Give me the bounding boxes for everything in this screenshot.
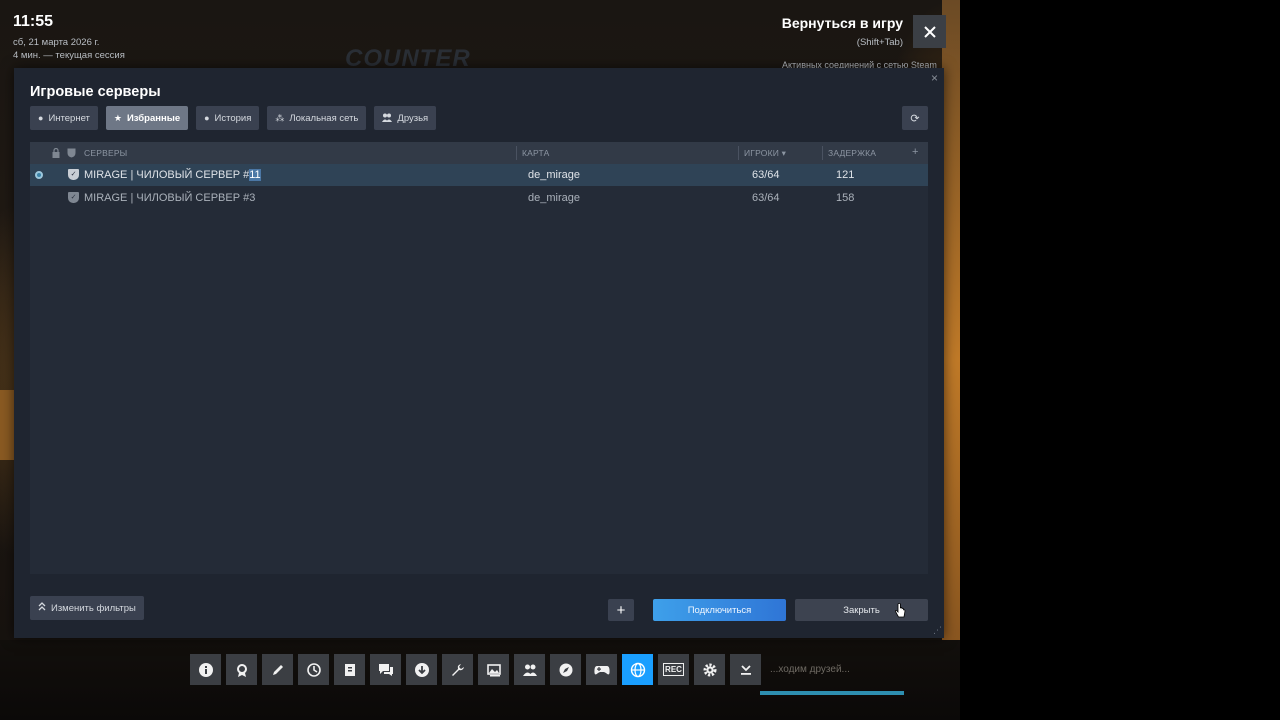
friends-button[interactable] bbox=[514, 654, 545, 685]
server-list-header: СЕРВЕРЫ КАРТА ИГРОКИ ▾ ЗАДЕРЖКА + bbox=[30, 142, 928, 164]
screenshots-button[interactable] bbox=[478, 654, 509, 685]
friends-icon bbox=[382, 113, 393, 124]
chat-icon bbox=[378, 663, 393, 676]
clock-icon: ● bbox=[204, 113, 210, 123]
globe-icon: ● bbox=[38, 113, 44, 123]
minimize-button[interactable] bbox=[730, 654, 761, 685]
add-server-button[interactable]: + bbox=[608, 599, 634, 621]
column-servers[interactable]: СЕРВЕРЫ bbox=[84, 148, 127, 158]
tab-favorites[interactable]: ★ Избранные bbox=[105, 106, 189, 130]
guides-button[interactable] bbox=[334, 654, 365, 685]
server-name: MIRAGE | ЧИЛОВЫЙ СЕРВЕР #11 bbox=[84, 169, 261, 181]
mouse-cursor-icon bbox=[894, 603, 906, 618]
tab-internet[interactable]: ● Интернет bbox=[30, 106, 98, 130]
globe-icon bbox=[630, 662, 645, 677]
info-button[interactable] bbox=[190, 654, 221, 685]
star-icon: ★ bbox=[113, 112, 122, 123]
overlay-clock: 11:55 bbox=[13, 13, 54, 30]
server-players: 63/64 bbox=[752, 192, 780, 204]
chevron-up-icon bbox=[38, 602, 46, 614]
server-map: de_mirage bbox=[528, 169, 580, 181]
close-icon bbox=[923, 25, 936, 38]
refresh-button[interactable]: ⟳ bbox=[902, 106, 928, 130]
browser-button[interactable] bbox=[550, 654, 581, 685]
chat-button[interactable] bbox=[370, 654, 401, 685]
tab-label: Интернет bbox=[48, 112, 90, 124]
column-divider[interactable] bbox=[516, 146, 517, 160]
resize-grip-icon[interactable]: ⋰ bbox=[933, 625, 942, 636]
close-overlay-button[interactable] bbox=[913, 15, 946, 48]
server-latency: 121 bbox=[836, 169, 855, 181]
tab-label: История bbox=[214, 112, 252, 124]
controller-button[interactable] bbox=[586, 654, 617, 685]
column-divider[interactable] bbox=[822, 146, 823, 160]
lock-icon[interactable] bbox=[52, 147, 60, 160]
screenshot-icon bbox=[486, 663, 501, 676]
tab-history[interactable]: ● История bbox=[196, 106, 260, 130]
add-column-button[interactable]: + bbox=[912, 146, 919, 158]
connect-button[interactable]: Подключиться bbox=[653, 599, 786, 621]
tab-label: Друзья bbox=[397, 112, 429, 124]
tab-friends[interactable]: Друзья bbox=[374, 106, 437, 130]
compass-icon bbox=[559, 663, 572, 676]
dialog-title: Игровые серверы bbox=[30, 84, 161, 100]
background-decor-left bbox=[0, 390, 14, 460]
tools-button[interactable] bbox=[442, 654, 473, 685]
downloads-button[interactable] bbox=[406, 654, 437, 685]
network-icon: ⁂ bbox=[275, 112, 285, 123]
server-list[interactable]: СЕРВЕРЫ КАРТА ИГРОКИ ▾ ЗАДЕРЖКА + ✓ MIRA… bbox=[30, 142, 928, 574]
friends-icon bbox=[522, 664, 537, 676]
table-row[interactable]: ✓ MIRAGE | ЧИЛОВЫЙ СЕРВЕР #3 de_mirage 6… bbox=[30, 187, 928, 209]
controller-icon bbox=[593, 665, 610, 674]
column-divider[interactable] bbox=[738, 146, 739, 160]
download-icon bbox=[414, 662, 429, 677]
refresh-icon: ⟳ bbox=[910, 112, 920, 125]
selected-indicator-icon bbox=[35, 171, 43, 179]
friends-loading-text: ...ходим друзей... bbox=[770, 664, 850, 675]
plus-icon: + bbox=[616, 601, 626, 619]
tab-lan[interactable]: ⁂ Локальная сеть bbox=[267, 106, 367, 130]
achievements-button[interactable] bbox=[226, 654, 257, 685]
column-latency[interactable]: ЗАДЕРЖКА bbox=[828, 148, 876, 158]
session-duration: 4 мин. — текущая сессия bbox=[13, 50, 125, 61]
overlay-taskbar: REC bbox=[190, 654, 761, 685]
server-tabs: ● Интернет ★ Избранные ● История ⁂ Локал… bbox=[30, 106, 437, 130]
dialog-close-icon[interactable]: × bbox=[931, 72, 938, 84]
tab-label: Локальная сеть bbox=[289, 112, 359, 124]
notes-button[interactable] bbox=[262, 654, 293, 685]
pencil-icon bbox=[272, 664, 283, 675]
timer-button[interactable] bbox=[298, 654, 329, 685]
overlay-date: сб, 21 марта 2026 г. bbox=[13, 37, 100, 48]
background-decor-right bbox=[942, 0, 960, 720]
game-servers-dialog: × Игровые серверы ● Интернет ★ Избранные… bbox=[14, 68, 944, 638]
vac-shield-icon: ✓ bbox=[68, 169, 79, 180]
servers-button[interactable] bbox=[622, 654, 653, 685]
wrench-icon bbox=[451, 663, 464, 676]
tab-label: Избранные bbox=[126, 112, 181, 124]
rec-icon: REC bbox=[663, 663, 684, 676]
settings-icon bbox=[703, 663, 716, 676]
column-map[interactable]: КАРТА bbox=[522, 148, 550, 158]
change-filters-label: Изменить фильтры bbox=[51, 602, 136, 614]
server-latency: 158 bbox=[836, 192, 855, 204]
achievements-icon bbox=[236, 663, 247, 677]
change-filters-button[interactable]: Изменить фильтры bbox=[30, 596, 144, 620]
guide-icon bbox=[344, 663, 355, 676]
column-players[interactable]: ИГРОКИ ▾ bbox=[744, 148, 786, 159]
server-players: 63/64 bbox=[752, 169, 780, 181]
recording-button[interactable]: REC bbox=[658, 654, 689, 685]
return-to-game-button[interactable]: Вернуться в игру bbox=[782, 15, 903, 31]
timer-icon bbox=[306, 662, 321, 677]
return-to-game-hotkey: (Shift+Tab) bbox=[856, 37, 903, 48]
friends-progress-bar bbox=[760, 691, 904, 695]
server-map: de_mirage bbox=[528, 192, 580, 204]
vac-shield-icon: ✓ bbox=[68, 192, 79, 203]
close-button[interactable]: Закрыть bbox=[795, 599, 928, 621]
shield-icon[interactable] bbox=[67, 148, 76, 160]
minimize-icon bbox=[740, 664, 751, 675]
table-row[interactable]: ✓ MIRAGE | ЧИЛОВЫЙ СЕРВЕР #11 de_mirage … bbox=[30, 164, 928, 186]
info-icon bbox=[198, 662, 213, 677]
settings-button[interactable] bbox=[694, 654, 725, 685]
server-name: MIRAGE | ЧИЛОВЫЙ СЕРВЕР #3 bbox=[84, 192, 256, 204]
